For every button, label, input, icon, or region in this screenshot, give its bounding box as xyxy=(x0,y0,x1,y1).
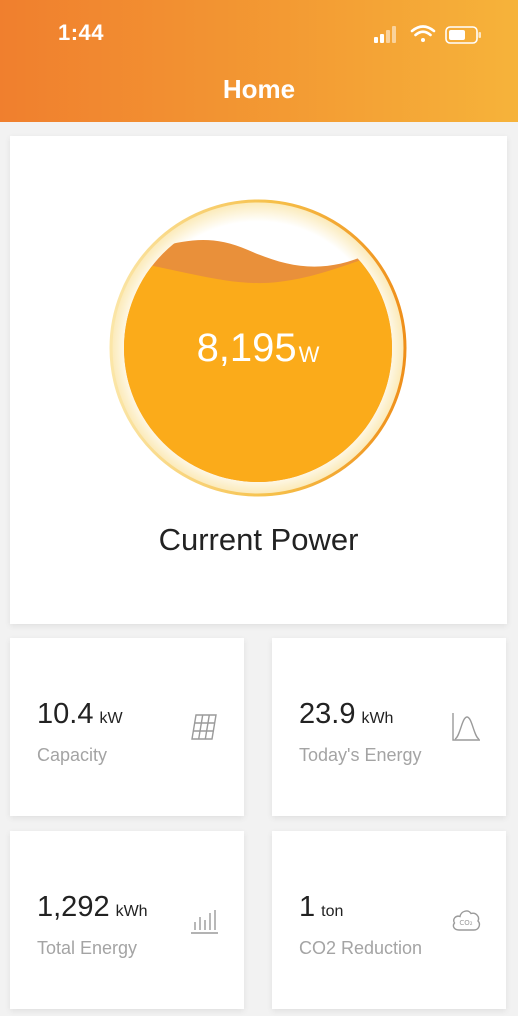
status-time: 1:44 xyxy=(58,20,105,45)
capacity-label: Capacity xyxy=(37,745,108,765)
cellular-signal-icon xyxy=(374,26,396,43)
co2-reduction-unit: ton xyxy=(321,903,344,920)
todays-energy-unit: kWh xyxy=(361,710,394,727)
curve-chart-icon xyxy=(452,713,480,741)
wifi-icon xyxy=(410,25,436,42)
battery-icon xyxy=(445,26,481,44)
bar-chart-icon xyxy=(191,910,218,934)
app-header: 1:44 Home xyxy=(0,0,518,122)
co2-reduction-label: CO2 Reduction xyxy=(299,938,423,958)
solar-panel-icon xyxy=(191,714,217,740)
page-title: Home xyxy=(222,74,296,104)
todays-energy-number: 23.9 xyxy=(299,698,356,730)
total-energy-number: 1,292 xyxy=(37,891,110,923)
current-power-card[interactable]: 8,195 W Current Power xyxy=(10,136,507,624)
capacity-unit: kW xyxy=(99,710,123,727)
current-power-label: Current Power xyxy=(158,522,359,557)
svg-text:CO₂: CO₂ xyxy=(459,919,472,927)
total-energy-card[interactable]: 1,292 kWh Total Energy xyxy=(10,831,244,1009)
status-icons xyxy=(374,25,481,44)
total-energy-label: Total Energy xyxy=(37,938,138,958)
co2-reduction-card[interactable]: 1 ton CO2 Reduction CO₂ xyxy=(272,831,506,1009)
total-energy-unit: kWh xyxy=(115,903,148,920)
co2-reduction-value: 1 ton xyxy=(299,891,343,924)
power-gauge xyxy=(109,199,407,497)
todays-energy-card[interactable]: 23.9 kWh Today's Energy xyxy=(272,638,506,816)
capacity-number: 10.4 xyxy=(37,698,94,730)
todays-energy-value: 23.9 kWh xyxy=(299,698,393,731)
todays-energy-label: Today's Energy xyxy=(299,745,422,765)
co2-reduction-number: 1 xyxy=(299,891,316,923)
capacity-card[interactable]: 10.4 kW Capacity xyxy=(10,638,244,816)
total-energy-value: 1,292 kWh xyxy=(37,891,148,924)
capacity-value: 10.4 kW xyxy=(37,698,123,731)
co2-cloud-icon: CO₂ xyxy=(452,910,481,931)
